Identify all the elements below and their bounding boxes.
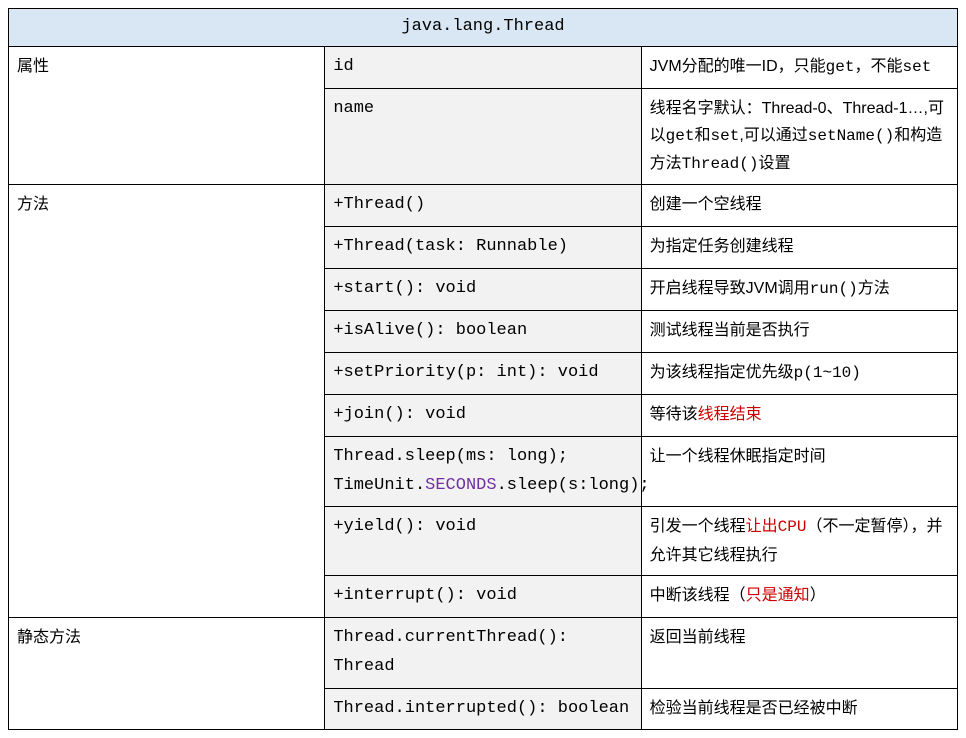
method-isalive: +isAlive(): boolean bbox=[325, 311, 641, 353]
static-interrupted-desc: 检验当前线程是否已经被中断 bbox=[641, 688, 957, 730]
text: 设置 bbox=[758, 155, 790, 172]
method-yield-desc: 引发一个线程让出CPU（不一定暂停），并允许其它线程执行 bbox=[641, 507, 957, 575]
table-row: 静态方法 Thread.currentThread(): Thread 返回当前… bbox=[9, 617, 958, 688]
method-isalive-desc: 测试线程当前是否执行 bbox=[641, 311, 957, 353]
static-interrupted: Thread.interrupted(): boolean bbox=[325, 688, 641, 730]
prop-name: name bbox=[325, 88, 641, 185]
code-get: get bbox=[826, 58, 855, 76]
highlight-purple: SECONDS bbox=[425, 476, 496, 495]
prop-id: id bbox=[325, 46, 641, 88]
method-thread: +Thread() bbox=[325, 185, 641, 227]
code-thread: Thread() bbox=[682, 155, 759, 173]
code-p: p(1~10) bbox=[794, 364, 861, 382]
category-methods: 方法 bbox=[9, 185, 325, 617]
method-setpriority: +setPriority(p: int): void bbox=[325, 352, 641, 394]
static-currentthread-desc: 返回当前线程 bbox=[641, 617, 957, 688]
method-start: +start(): void bbox=[325, 269, 641, 311]
table-row: 属性 id JVM分配的唯一ID，只能get，不能set bbox=[9, 46, 958, 88]
prop-id-desc: JVM分配的唯一ID，只能get，不能set bbox=[641, 46, 957, 88]
method-join: +join(): void bbox=[325, 394, 641, 436]
method-setpriority-desc: 为该线程指定优先级p(1~10) bbox=[641, 352, 957, 394]
code-line: Thread.sleep(ms: long); bbox=[333, 443, 632, 472]
method-thread-desc: 创建一个空线程 bbox=[641, 185, 957, 227]
category-static-methods: 静态方法 bbox=[9, 617, 325, 730]
thread-api-table: java.lang.Thread 属性 id JVM分配的唯一ID，只能get，… bbox=[8, 8, 958, 730]
text: ） bbox=[810, 587, 826, 604]
table-row: 方法 +Thread() 创建一个空线程 bbox=[9, 185, 958, 227]
highlight-red: 让出CPU bbox=[746, 518, 807, 536]
text: 方法 bbox=[858, 280, 890, 297]
method-start-desc: 开启线程导致JVM调用run()方法 bbox=[641, 269, 957, 311]
highlight-red: 只是通知 bbox=[746, 587, 810, 604]
static-currentthread: Thread.currentThread(): Thread bbox=[325, 617, 641, 688]
method-interrupt: +interrupt(): void bbox=[325, 575, 641, 617]
method-thread-runnable-desc: 为指定任务创建线程 bbox=[641, 227, 957, 269]
code-setname: setName() bbox=[808, 127, 894, 145]
method-join-desc: 等待该线程结束 bbox=[641, 394, 957, 436]
highlight-red: 线程结束 bbox=[698, 406, 762, 423]
text: 为该线程指定优先级 bbox=[650, 364, 794, 381]
method-yield: +yield(): void bbox=[325, 507, 641, 575]
table-header-row: java.lang.Thread bbox=[9, 9, 958, 47]
code-run: run() bbox=[810, 280, 858, 298]
code-get: get bbox=[666, 127, 695, 145]
code-line: TimeUnit.SECONDS.sleep(s:long); bbox=[333, 472, 632, 501]
method-thread-runnable: +Thread(task: Runnable) bbox=[325, 227, 641, 269]
prop-name-desc: 线程名字默认：Thread-0、Thread-1…,可以get和set,可以通过… bbox=[641, 88, 957, 185]
text: 等待该 bbox=[650, 406, 698, 423]
method-interrupt-desc: 中断该线程（只是通知） bbox=[641, 575, 957, 617]
table-title: java.lang.Thread bbox=[9, 9, 958, 47]
text: 中断该线程（ bbox=[650, 587, 746, 604]
code-set: set bbox=[711, 127, 740, 145]
text: JVM分配的唯一ID，只能 bbox=[650, 58, 826, 75]
text: 引发一个线程 bbox=[650, 518, 746, 535]
method-sleep-desc: 让一个线程休眠指定时间 bbox=[641, 436, 957, 507]
category-properties: 属性 bbox=[9, 46, 325, 184]
text: 和 bbox=[694, 127, 710, 144]
text: 开启线程导致JVM调用 bbox=[650, 280, 810, 297]
code-set: set bbox=[903, 58, 932, 76]
method-sleep: Thread.sleep(ms: long); TimeUnit.SECONDS… bbox=[325, 436, 641, 507]
text: ,可以通过 bbox=[739, 127, 807, 144]
text: ，不能 bbox=[854, 58, 902, 75]
